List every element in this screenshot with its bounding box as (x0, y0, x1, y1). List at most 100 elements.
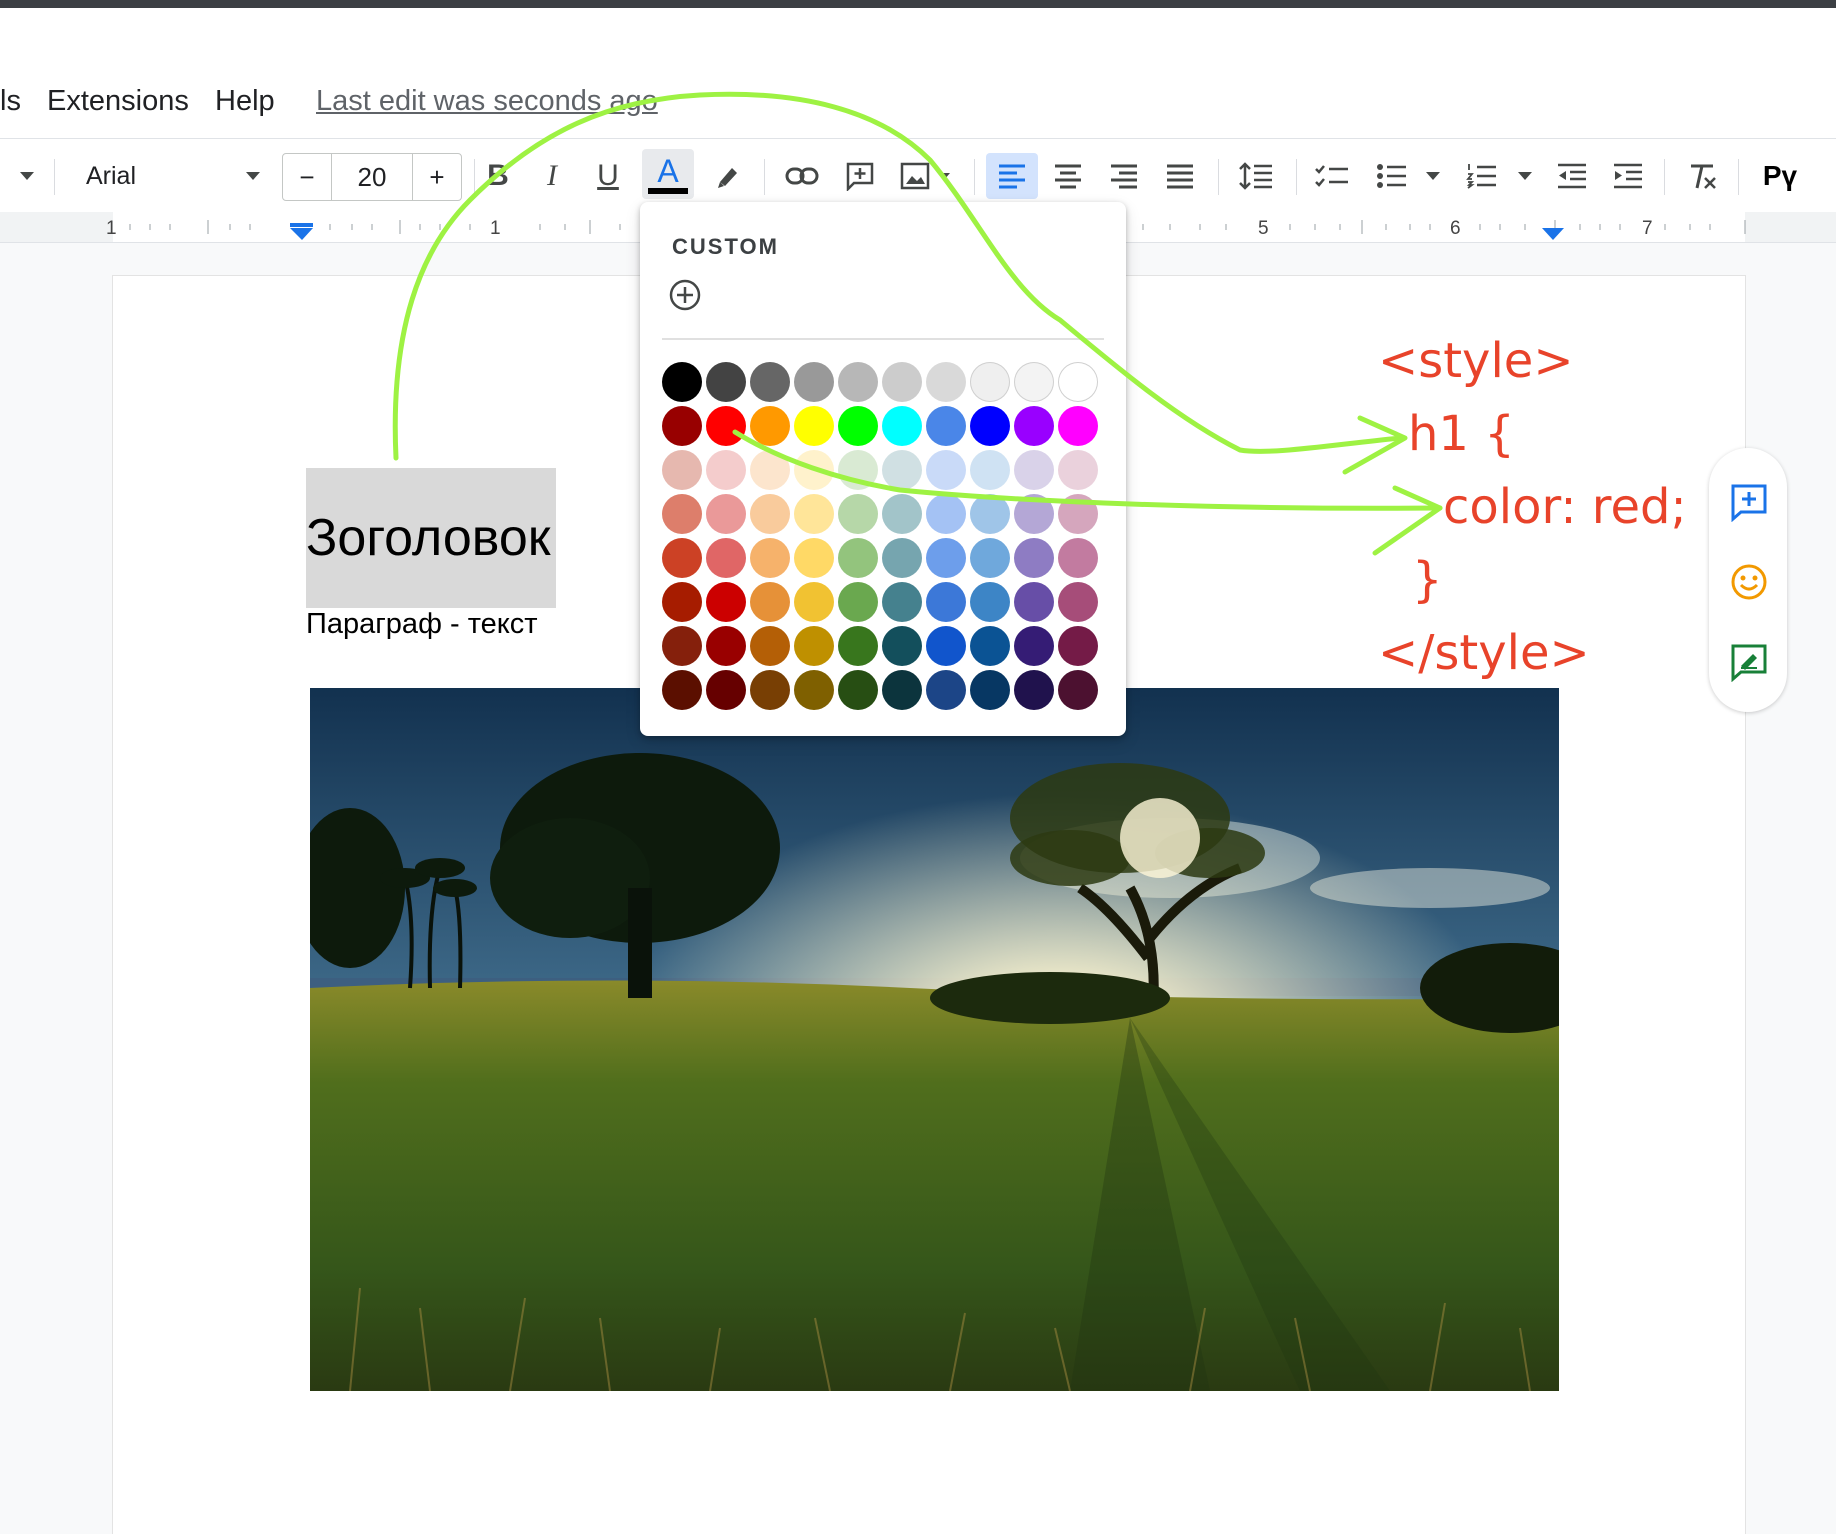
color-swatch[interactable] (706, 450, 746, 490)
color-swatch[interactable] (750, 406, 790, 446)
color-swatch[interactable] (706, 362, 746, 402)
color-swatch[interactable] (1058, 406, 1098, 446)
color-swatch[interactable] (1014, 582, 1054, 622)
color-swatch[interactable] (970, 362, 1010, 402)
color-swatch[interactable] (882, 450, 922, 490)
color-swatch[interactable] (838, 494, 878, 534)
color-swatch[interactable] (838, 538, 878, 578)
italic-button[interactable]: I (532, 153, 572, 199)
color-swatch[interactable] (794, 538, 834, 578)
color-swatch[interactable] (882, 582, 922, 622)
numbered-list-dropdown-icon[interactable] (1510, 153, 1540, 199)
highlight-color-icon[interactable] (706, 153, 750, 199)
decrease-indent-icon[interactable] (1550, 153, 1594, 199)
color-swatch[interactable] (706, 670, 746, 710)
color-swatch[interactable] (882, 406, 922, 446)
add-comment-icon[interactable] (1729, 482, 1769, 522)
align-center-icon[interactable] (1046, 153, 1090, 199)
bold-button[interactable]: B (478, 153, 518, 199)
color-swatch[interactable] (750, 582, 790, 622)
color-swatch[interactable] (662, 626, 702, 666)
color-swatch[interactable] (1058, 582, 1098, 622)
menu-tools[interactable]: ls (0, 85, 21, 118)
color-swatch[interactable] (662, 538, 702, 578)
add-custom-color-icon[interactable] (668, 278, 702, 312)
color-swatch[interactable] (838, 362, 878, 402)
color-swatch[interactable] (926, 406, 966, 446)
color-swatch[interactable] (794, 406, 834, 446)
decrease-font-size-button[interactable]: − (283, 154, 332, 200)
align-right-icon[interactable] (1102, 153, 1146, 199)
underline-button[interactable]: U (588, 153, 628, 199)
line-spacing-icon[interactable] (1232, 153, 1280, 199)
bulleted-list-dropdown-icon[interactable] (1418, 153, 1448, 199)
color-swatch[interactable] (1058, 362, 1098, 402)
color-swatch[interactable] (926, 494, 966, 534)
checklist-icon[interactable] (1308, 153, 1356, 199)
landscape-photo[interactable] (310, 688, 1559, 1391)
color-swatch[interactable] (882, 362, 922, 402)
color-swatch[interactable] (1014, 538, 1054, 578)
font-size-input[interactable]: 20 (332, 154, 413, 200)
color-swatch[interactable] (750, 626, 790, 666)
color-swatch[interactable] (926, 450, 966, 490)
suggest-edit-icon[interactable] (1729, 642, 1769, 682)
color-swatch[interactable] (1058, 670, 1098, 710)
color-swatch[interactable] (794, 494, 834, 534)
color-swatch[interactable] (750, 494, 790, 534)
color-swatch[interactable] (750, 670, 790, 710)
color-swatch[interactable] (706, 582, 746, 622)
color-swatch[interactable] (970, 450, 1010, 490)
color-swatch[interactable] (970, 406, 1010, 446)
color-swatch[interactable] (706, 406, 746, 446)
bulleted-list-icon[interactable] (1370, 153, 1414, 199)
add-comment-toolbar-icon[interactable] (838, 153, 882, 199)
color-swatch[interactable] (926, 582, 966, 622)
menu-extensions[interactable]: Extensions (47, 85, 189, 118)
justify-icon[interactable] (1158, 153, 1202, 199)
numbered-list-icon[interactable] (1460, 153, 1504, 199)
color-swatch[interactable] (662, 362, 702, 402)
color-swatch[interactable] (926, 362, 966, 402)
color-swatch[interactable] (882, 494, 922, 534)
color-swatch[interactable] (970, 582, 1010, 622)
color-swatch[interactable] (794, 450, 834, 490)
color-swatch[interactable] (1058, 450, 1098, 490)
color-swatch[interactable] (1058, 494, 1098, 534)
insert-link-icon[interactable] (780, 153, 824, 199)
color-swatch[interactable] (926, 626, 966, 666)
emoji-reaction-icon[interactable] (1729, 562, 1769, 602)
color-swatch[interactable] (750, 450, 790, 490)
last-edit-link[interactable]: Last edit was seconds ago (316, 85, 658, 118)
color-swatch[interactable] (794, 626, 834, 666)
align-left-icon[interactable] (986, 153, 1038, 199)
font-dropdown-icon[interactable] (240, 153, 266, 199)
color-swatch[interactable] (1014, 450, 1054, 490)
color-swatch[interactable] (794, 582, 834, 622)
color-swatch[interactable] (794, 362, 834, 402)
color-swatch[interactable] (662, 494, 702, 534)
styles-dropdown-icon[interactable] (12, 153, 42, 199)
color-swatch[interactable] (970, 538, 1010, 578)
color-swatch[interactable] (882, 670, 922, 710)
color-swatch[interactable] (970, 626, 1010, 666)
text-color-button[interactable]: A (642, 149, 694, 199)
color-swatch[interactable] (750, 538, 790, 578)
clear-formatting-icon[interactable] (1680, 153, 1724, 199)
color-swatch[interactable] (794, 670, 834, 710)
color-swatch[interactable] (838, 450, 878, 490)
color-swatch[interactable] (1058, 626, 1098, 666)
color-swatch[interactable] (838, 670, 878, 710)
color-swatch[interactable] (750, 362, 790, 402)
color-swatch[interactable] (1058, 538, 1098, 578)
color-swatch[interactable] (1014, 494, 1054, 534)
color-swatch[interactable] (926, 670, 966, 710)
color-swatch[interactable] (882, 538, 922, 578)
color-swatch[interactable] (706, 626, 746, 666)
color-swatch[interactable] (838, 582, 878, 622)
color-swatch[interactable] (1014, 626, 1054, 666)
color-swatch[interactable] (926, 538, 966, 578)
color-swatch[interactable] (1014, 362, 1054, 402)
color-swatch[interactable] (970, 670, 1010, 710)
insert-image-icon[interactable] (894, 153, 958, 199)
